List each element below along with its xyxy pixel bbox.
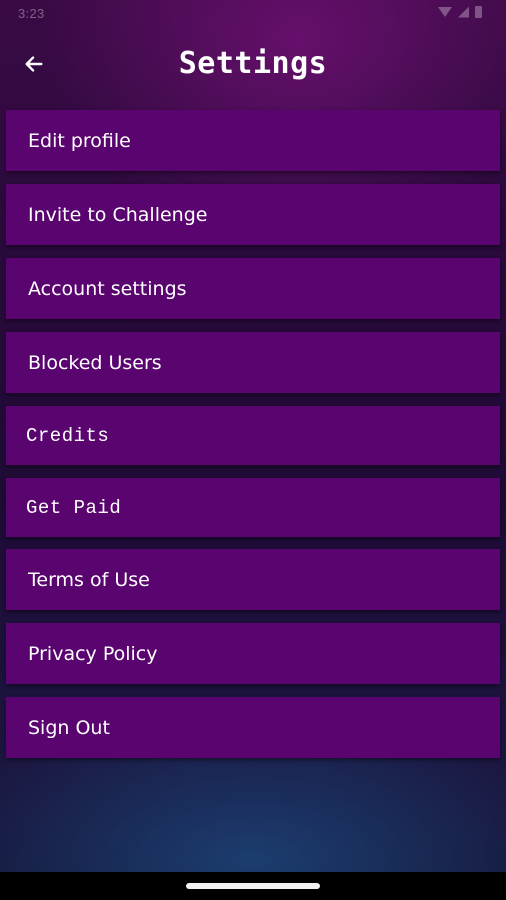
page-title: Settings	[178, 46, 328, 81]
home-indicator[interactable]	[186, 883, 320, 889]
get-paid-button[interactable]: Get Paid	[6, 478, 500, 537]
menu-item-label: Get Paid	[26, 496, 122, 519]
menu-item-label: Edit profile	[28, 129, 131, 152]
status-icons	[438, 6, 482, 18]
menu-item-label: Privacy Policy	[28, 642, 158, 665]
wifi-icon	[438, 7, 452, 17]
menu-item-label: Blocked Users	[28, 351, 162, 374]
menu-item-label: Sign Out	[28, 716, 110, 739]
terms-of-use-button[interactable]: Terms of Use	[6, 549, 500, 610]
status-time: 3:23	[18, 6, 45, 21]
settings-screen: 3:23 Settings Edit profile Invite to Cha…	[0, 0, 506, 900]
invite-to-challenge-button[interactable]: Invite to Challenge	[6, 184, 500, 245]
header: Settings	[0, 36, 506, 92]
privacy-policy-button[interactable]: Privacy Policy	[6, 623, 500, 684]
battery-icon	[475, 6, 482, 18]
status-bar: 3:23	[0, 0, 506, 30]
credits-button[interactable]: Credits	[6, 406, 500, 465]
edit-profile-button[interactable]: Edit profile	[6, 110, 500, 171]
navigation-bar	[0, 872, 506, 900]
blocked-users-button[interactable]: Blocked Users	[6, 332, 500, 393]
sign-out-button[interactable]: Sign Out	[6, 697, 500, 758]
menu-item-label: Terms of Use	[28, 568, 150, 591]
menu-item-label: Invite to Challenge	[28, 203, 208, 226]
account-settings-button[interactable]: Account settings	[6, 258, 500, 319]
menu-item-label: Credits	[26, 424, 110, 447]
menu-item-label: Account settings	[28, 277, 187, 300]
cell-signal-icon	[458, 6, 469, 18]
